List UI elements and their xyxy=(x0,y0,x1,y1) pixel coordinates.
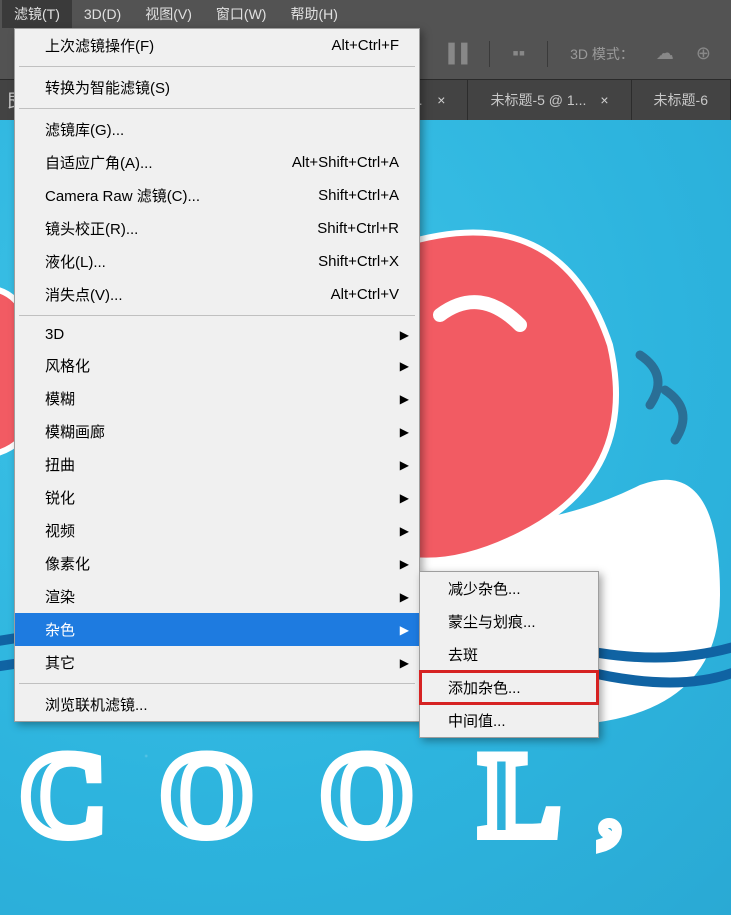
menu-divider xyxy=(19,108,415,109)
submenu-arrow-icon: ▶ xyxy=(400,458,409,472)
menu-help[interactable]: 帮助(H) xyxy=(278,0,349,28)
tab-title: 未标题-5 @ 1... xyxy=(490,90,586,110)
menu-label: 其它 xyxy=(45,652,75,673)
submenu-median[interactable]: 中间值... xyxy=(420,704,598,737)
shortcut-text: Shift+Ctrl+R xyxy=(317,220,399,237)
menu-label: 杂色 xyxy=(45,619,75,640)
menu-3d[interactable]: 3D(D) xyxy=(72,2,133,26)
pan-3d-icon[interactable]: ⊕ xyxy=(696,43,711,64)
toolbar-separator xyxy=(489,41,490,67)
menu-render-submenu[interactable]: 渲染 ▶ xyxy=(15,580,419,613)
submenu-dust-scratches[interactable]: 蒙尘与划痕... xyxy=(420,605,598,638)
shortcut-text: Alt+Shift+Ctrl+A xyxy=(292,154,399,171)
menu-divider xyxy=(19,66,415,67)
document-tab[interactable]: 未标题-5 @ 1... × xyxy=(468,80,631,120)
menu-label: 模糊画廊 xyxy=(45,421,105,442)
menu-label: 3D xyxy=(45,326,64,343)
shortcut-text: Shift+Ctrl+X xyxy=(318,253,399,270)
menu-3d-submenu[interactable]: 3D ▶ xyxy=(15,320,419,349)
menu-blur-submenu[interactable]: 模糊 ▶ xyxy=(15,382,419,415)
close-tab-icon[interactable]: × xyxy=(437,92,445,108)
menu-label: Camera Raw 滤镜(C)... xyxy=(45,185,200,206)
menu-label: 镜头校正(R)... xyxy=(45,218,138,239)
menu-label: 蒙尘与划痕... xyxy=(448,611,536,632)
submenu-arrow-icon: ▶ xyxy=(400,328,409,342)
svg-text:,: , xyxy=(600,765,620,853)
filter-menu-dropdown: 上次滤镜操作(F) Alt+Ctrl+F 转换为智能滤镜(S) 滤镜库(G)..… xyxy=(14,28,420,722)
menu-label: 中间值... xyxy=(448,710,506,731)
menu-label: 转换为智能滤镜(S) xyxy=(45,77,170,98)
menu-label: 添加杂色... xyxy=(448,677,521,698)
close-tab-icon[interactable]: × xyxy=(600,92,608,108)
menu-label: 锐化 xyxy=(45,487,75,508)
submenu-arrow-icon: ▶ xyxy=(400,623,409,637)
menu-label: 像素化 xyxy=(45,553,90,574)
menu-lens-correction[interactable]: 镜头校正(R)... Shift+Ctrl+R xyxy=(15,212,419,245)
menu-browse-filters-online[interactable]: 浏览联机滤镜... xyxy=(15,688,419,721)
shortcut-text: Shift+Ctrl+A xyxy=(318,187,399,204)
menu-label: 自适应广角(A)... xyxy=(45,152,153,173)
orbit-3d-icon[interactable]: ☁ xyxy=(656,43,674,64)
menu-divider xyxy=(19,683,415,684)
menu-adaptive-wide-angle[interactable]: 自适应广角(A)... Alt+Shift+Ctrl+A xyxy=(15,146,419,179)
submenu-arrow-icon: ▶ xyxy=(400,425,409,439)
menu-label: 渲染 xyxy=(45,586,75,607)
menu-convert-smart[interactable]: 转换为智能滤镜(S) xyxy=(15,71,419,104)
submenu-arrow-icon: ▶ xyxy=(400,590,409,604)
menu-divider xyxy=(19,315,415,316)
submenu-arrow-icon: ▶ xyxy=(400,359,409,373)
menu-label: 滤镜库(G)... xyxy=(45,119,124,140)
shortcut-text: Alt+Ctrl+V xyxy=(331,286,399,303)
align-right-icon[interactable]: ▐▐ xyxy=(442,43,468,64)
menu-camera-raw[interactable]: Camera Raw 滤镜(C)... Shift+Ctrl+A xyxy=(15,179,419,212)
mode-3d-label: 3D 模式： xyxy=(570,44,634,64)
menu-window[interactable]: 窗口(W) xyxy=(204,0,279,28)
menu-pixelate-submenu[interactable]: 像素化 ▶ xyxy=(15,547,419,580)
menu-label: 风格化 xyxy=(45,355,90,376)
menu-sharpen-submenu[interactable]: 锐化 ▶ xyxy=(15,481,419,514)
menu-bar: 滤镜(T) 3D(D) 视图(V) 窗口(W) 帮助(H) xyxy=(0,0,731,28)
menu-vanishing-point[interactable]: 消失点(V)... Alt+Ctrl+V xyxy=(15,278,419,311)
svg-text:O: O xyxy=(320,728,413,861)
menu-label: 上次滤镜操作(F) xyxy=(45,35,154,56)
menu-other-submenu[interactable]: 其它 ▶ xyxy=(15,646,419,679)
noise-submenu: 减少杂色... 蒙尘与划痕... 去斑 添加杂色... 中间值... xyxy=(419,571,599,738)
menu-label: 模糊 xyxy=(45,388,75,409)
submenu-despeckle[interactable]: 去斑 xyxy=(420,638,598,671)
submenu-reduce-noise[interactable]: 减少杂色... xyxy=(420,572,598,605)
submenu-arrow-icon: ▶ xyxy=(400,392,409,406)
svg-text:O: O xyxy=(160,728,253,861)
menu-label: 消失点(V)... xyxy=(45,284,123,305)
menu-noise-submenu[interactable]: 杂色 ▶ xyxy=(15,613,419,646)
menu-label: 液化(L)... xyxy=(45,251,106,272)
menu-last-filter[interactable]: 上次滤镜操作(F) Alt+Ctrl+F xyxy=(15,29,419,62)
menu-distort-submenu[interactable]: 扭曲 ▶ xyxy=(15,448,419,481)
submenu-arrow-icon: ▶ xyxy=(400,524,409,538)
submenu-arrow-icon: ▶ xyxy=(400,656,409,670)
menu-label: 扭曲 xyxy=(45,454,75,475)
toolbar-separator xyxy=(547,41,548,67)
svg-text:L: L xyxy=(480,728,560,861)
menu-blur-gallery-submenu[interactable]: 模糊画廊 ▶ xyxy=(15,415,419,448)
document-tab[interactable]: 未标题-6 xyxy=(632,80,731,120)
menu-filter-gallery[interactable]: 滤镜库(G)... xyxy=(15,113,419,146)
submenu-arrow-icon: ▶ xyxy=(400,557,409,571)
menu-label: 去斑 xyxy=(448,644,478,665)
menu-video-submenu[interactable]: 视频 ▶ xyxy=(15,514,419,547)
distribute-icon[interactable]: ▪▪ xyxy=(512,43,525,64)
menu-label: 视频 xyxy=(45,520,75,541)
submenu-arrow-icon: ▶ xyxy=(400,491,409,505)
menu-label: 减少杂色... xyxy=(448,578,521,599)
tab-title: 未标题-6 xyxy=(654,90,708,110)
menu-label: 浏览联机滤镜... xyxy=(45,694,148,715)
shortcut-text: Alt+Ctrl+F xyxy=(331,37,399,54)
menu-liquify[interactable]: 液化(L)... Shift+Ctrl+X xyxy=(15,245,419,278)
menu-view[interactable]: 视图(V) xyxy=(133,0,204,28)
menu-filter[interactable]: 滤镜(T) xyxy=(2,0,72,28)
submenu-add-noise[interactable]: 添加杂色... xyxy=(420,671,598,704)
svg-text:C: C xyxy=(20,728,107,861)
menu-stylize-submenu[interactable]: 风格化 ▶ xyxy=(15,349,419,382)
